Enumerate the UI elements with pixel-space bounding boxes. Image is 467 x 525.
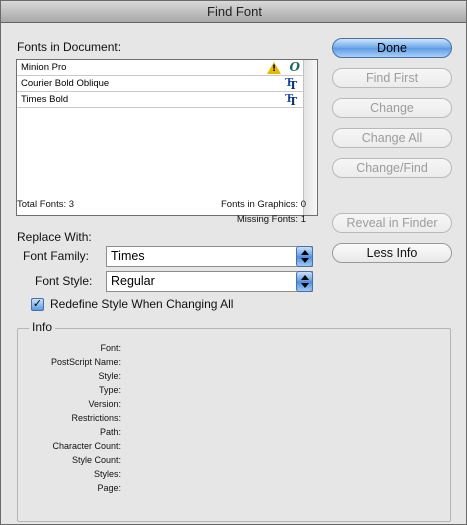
fonts-in-document-label: Fonts in Document: (17, 40, 122, 54)
info-field-label: Path: (99, 427, 121, 437)
less-info-button[interactable]: Less Info (332, 243, 452, 263)
info-field-label: Styles: (93, 469, 121, 479)
warning-icon: ! (267, 62, 281, 74)
change-find-button[interactable]: Change/Find (332, 158, 452, 178)
chevron-updown-icon[interactable] (296, 246, 313, 267)
info-field-label: Style: (98, 371, 121, 381)
info-field-label: Style Count: (71, 455, 121, 465)
info-field-label: Character Count: (52, 441, 121, 451)
info-field-label: Version: (88, 399, 121, 409)
truetype-icon: TT (285, 92, 298, 108)
font-style-select[interactable]: Regular (106, 271, 313, 292)
info-field-label: Font: (100, 343, 121, 353)
font-name: Times Bold (21, 94, 69, 105)
font-family-value: Times (111, 249, 145, 263)
truetype-icon: TT (285, 76, 298, 92)
redefine-style-checkbox[interactable]: ✓ (31, 298, 44, 311)
info-legend: Info (29, 320, 56, 334)
change-all-button[interactable]: Change All (332, 128, 452, 148)
info-field-label: Restrictions: (71, 413, 121, 423)
opentype-icon: O (289, 60, 300, 74)
font-list-item[interactable]: Times Bold TT (17, 92, 303, 108)
font-style-value: Regular (111, 274, 155, 288)
change-button[interactable]: Change (332, 98, 452, 118)
replace-with-label: Replace With: (17, 230, 92, 244)
find-font-dialog: Find Font Fonts in Document: Minion Pro … (0, 0, 467, 525)
font-list-item[interactable]: Courier Bold Oblique TT (17, 76, 303, 92)
font-list-item[interactable]: Minion Pro ! O (17, 60, 303, 76)
find-first-button[interactable]: Find First (332, 68, 452, 88)
fonts-list[interactable]: Minion Pro ! O Courier Bold Oblique TT T… (16, 59, 318, 216)
font-name: Minion Pro (21, 62, 67, 73)
done-button[interactable]: Done (332, 38, 452, 58)
font-family-label: Font Family: (23, 249, 90, 263)
fonts-in-graphics: Fonts in Graphics: 0 (220, 199, 306, 210)
total-fonts: Total Fonts: 3 (17, 199, 75, 210)
font-family-select[interactable]: Times (106, 246, 313, 267)
info-field-label: Page: (97, 483, 121, 493)
fonts-list-scrollbar[interactable] (303, 60, 317, 215)
info-field-label: PostScript Name: (50, 357, 121, 367)
dialog-content: Fonts in Document: Minion Pro ! O Courie… (1, 23, 466, 524)
chevron-updown-icon[interactable] (296, 271, 313, 292)
redefine-style-label: Redefine Style When Changing All (50, 297, 234, 311)
window-title: Find Font (1, 1, 466, 23)
font-style-label: Font Style: (35, 274, 93, 288)
missing-fonts: Missing Fonts: 1 (236, 214, 306, 225)
info-field-label: Type: (98, 385, 121, 395)
reveal-in-finder-button[interactable]: Reveal in Finder (332, 213, 452, 233)
font-name: Courier Bold Oblique (21, 78, 110, 89)
